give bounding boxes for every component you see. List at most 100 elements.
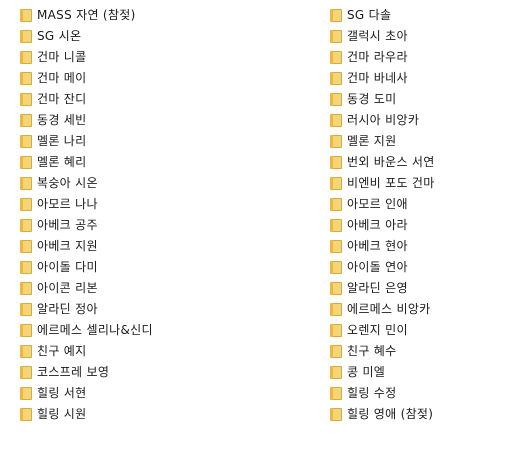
folder-icon <box>20 302 33 317</box>
folder-icon <box>330 218 343 233</box>
folder-item[interactable]: 알라딘 은영 <box>330 278 435 299</box>
folder-item[interactable]: SG 다솔 <box>330 5 435 26</box>
folder-icon <box>20 239 33 254</box>
folder-name: 건마 바네사 <box>347 71 408 85</box>
folder-icon <box>330 407 343 422</box>
folder-name: 건마 잔디 <box>37 92 87 106</box>
folder-item[interactable]: 알라딘 정아 <box>20 299 153 320</box>
folder-name: 아모르 인애 <box>347 197 408 211</box>
folder-name: MASS 자연 (참젖) <box>37 8 136 22</box>
folder-item[interactable]: 동경 세빈 <box>20 110 153 131</box>
folder-item[interactable]: 멜론 혜리 <box>20 152 153 173</box>
folder-item[interactable]: 힐링 시원 <box>20 404 153 425</box>
folder-item[interactable]: 건마 잔디 <box>20 89 153 110</box>
folder-name: 코스프레 보영 <box>37 365 110 379</box>
folder-name: SG 다솔 <box>347 8 392 22</box>
folder-item[interactable]: 아모르 나나 <box>20 194 153 215</box>
folder-item[interactable]: 에르메스 셀리나&신디 <box>20 320 153 341</box>
folder-icon <box>330 365 343 380</box>
folder-item[interactable]: 힐링 서현 <box>20 383 153 404</box>
folder-column-left: MASS 자연 (참젖) SG 시온건마 니콜건마 메이건마 잔디동경 세빈멜론 … <box>20 5 153 425</box>
folder-name: 복숭아 시온 <box>37 176 98 190</box>
folder-name: 힐링 수정 <box>347 386 397 400</box>
folder-item[interactable]: 번외 바운스 서연 <box>330 152 435 173</box>
folder-name: 러시아 비앙카 <box>347 113 420 127</box>
folder-item[interactable]: 동경 도미 <box>330 89 435 110</box>
folder-name: 친구 혜수 <box>347 344 397 358</box>
folder-icon <box>20 8 33 23</box>
folder-item[interactable]: 아이돌 연아 <box>330 257 435 278</box>
folder-name: 아베크 지원 <box>37 239 98 253</box>
folder-item[interactable]: 아베크 지원 <box>20 236 153 257</box>
folder-icon <box>330 50 343 65</box>
folder-item[interactable]: 멜론 지원 <box>330 131 435 152</box>
folder-item[interactable]: MASS 자연 (참젖) <box>20 5 153 26</box>
folder-item[interactable]: 멜론 나리 <box>20 131 153 152</box>
folder-icon <box>330 344 343 359</box>
folder-icon <box>20 323 33 338</box>
folder-icon <box>20 155 33 170</box>
folder-item[interactable]: 갤럭시 초아 <box>330 26 435 47</box>
folder-item[interactable]: 아이돌 다미 <box>20 257 153 278</box>
folder-icon <box>330 134 343 149</box>
folder-item[interactable]: 건마 메이 <box>20 68 153 89</box>
folder-icon <box>20 386 33 401</box>
folder-item[interactable]: 비엔비 포도 건마 <box>330 173 435 194</box>
folder-icon <box>20 50 33 65</box>
folder-name: 동경 도미 <box>347 92 397 106</box>
folder-name: 멜론 지원 <box>347 134 397 148</box>
folder-name: 아이돌 다미 <box>37 260 98 274</box>
folder-name: 에르메스 비앙카 <box>347 302 431 316</box>
folder-name: 친구 예지 <box>37 344 87 358</box>
folder-item[interactable]: 친구 예지 <box>20 341 153 362</box>
folder-icon <box>330 323 343 338</box>
folder-item[interactable]: SG 시온 <box>20 26 153 47</box>
folder-icon <box>330 176 343 191</box>
folder-item[interactable]: 러시아 비앙카 <box>330 110 435 131</box>
folder-icon <box>330 8 343 23</box>
folder-name: 아이콘 리본 <box>37 281 98 295</box>
folder-item[interactable]: 힐링 영애 (참젖) <box>330 404 435 425</box>
folder-icon <box>20 260 33 275</box>
folder-name: 건마 니콜 <box>37 50 87 64</box>
folder-name: 에르메스 셀리나&신디 <box>37 323 153 337</box>
folder-item[interactable]: 복숭아 시온 <box>20 173 153 194</box>
folder-item[interactable]: 친구 혜수 <box>330 341 435 362</box>
folder-icon <box>330 386 343 401</box>
folder-name: 힐링 영애 (참젖) <box>347 407 434 421</box>
folder-item[interactable]: 콩 미엘 <box>330 362 435 383</box>
folder-icon <box>20 407 33 422</box>
folder-icon <box>330 239 343 254</box>
folder-icon <box>330 71 343 86</box>
folder-name: 멜론 혜리 <box>37 155 87 169</box>
folder-name: 힐링 서현 <box>37 386 87 400</box>
folder-icon <box>20 29 33 44</box>
folder-icon <box>330 197 343 212</box>
folder-item[interactable]: 아베크 현아 <box>330 236 435 257</box>
folder-item[interactable]: 아베크 공주 <box>20 215 153 236</box>
folder-item[interactable]: 에르메스 비앙카 <box>330 299 435 320</box>
folder-name: 동경 세빈 <box>37 113 87 127</box>
folder-name: SG 시온 <box>37 29 82 43</box>
folder-item[interactable]: 아이콘 리본 <box>20 278 153 299</box>
folder-item[interactable]: 오렌지 민이 <box>330 320 435 341</box>
folder-name: 오렌지 민이 <box>347 323 408 337</box>
folder-icon <box>330 281 343 296</box>
folder-item[interactable]: 아모르 인애 <box>330 194 435 215</box>
folder-list-view: MASS 자연 (참젖) SG 시온건마 니콜건마 메이건마 잔디동경 세빈멜론 … <box>0 0 515 458</box>
folder-name: 힐링 시원 <box>37 407 87 421</box>
folder-item[interactable]: 코스프레 보영 <box>20 362 153 383</box>
folder-item[interactable]: 건마 바네사 <box>330 68 435 89</box>
folder-name: 아모르 나나 <box>37 197 98 211</box>
folder-icon <box>20 71 33 86</box>
folder-icon <box>20 134 33 149</box>
folder-item[interactable]: 힐링 수정 <box>330 383 435 404</box>
folder-name: 알라딘 정아 <box>37 302 98 316</box>
folder-icon <box>330 113 343 128</box>
folder-name: 아이돌 연아 <box>347 260 408 274</box>
folder-item[interactable]: 건마 라우라 <box>330 47 435 68</box>
folder-item[interactable]: 아베크 아라 <box>330 215 435 236</box>
folder-icon <box>330 302 343 317</box>
folder-item[interactable]: 건마 니콜 <box>20 47 153 68</box>
folder-name: 건마 메이 <box>37 71 87 85</box>
